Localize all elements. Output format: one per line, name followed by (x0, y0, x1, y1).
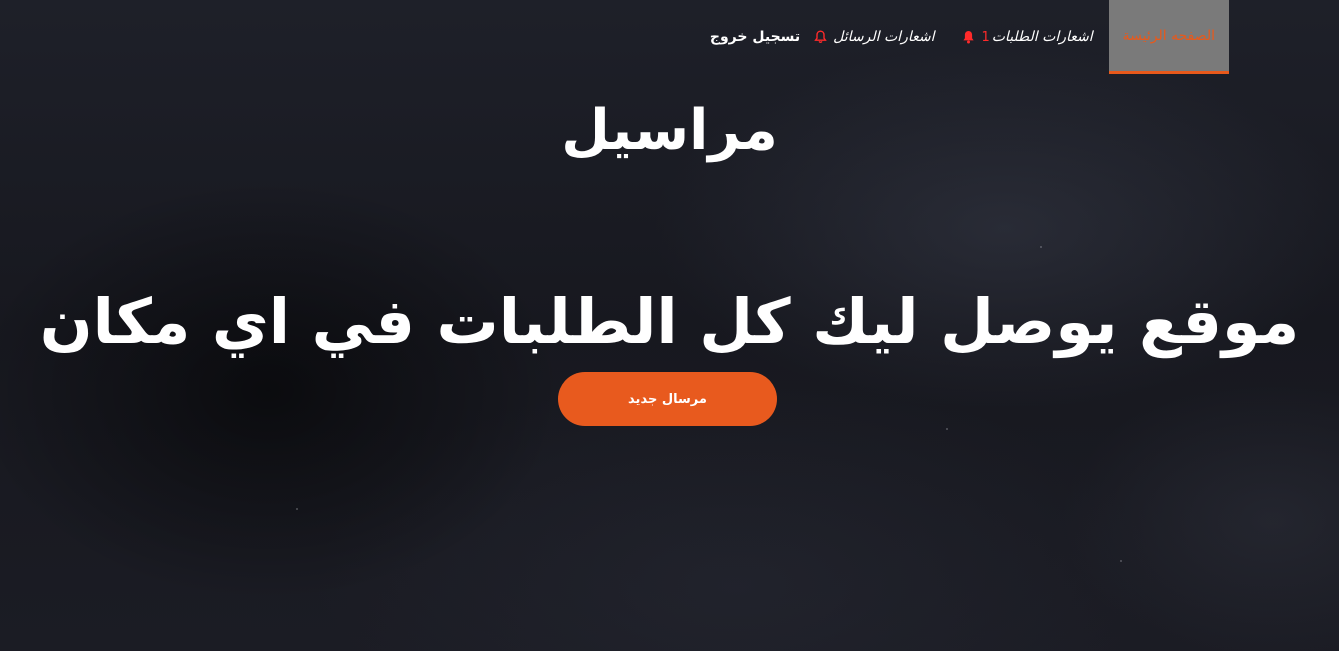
top-navbar: تسجيل خروج اشعارات الرسائل اشعارات الطلب… (0, 0, 1339, 74)
messages-notifications-link[interactable]: اشعارات الرسائل (800, 0, 948, 74)
background-texture (296, 508, 298, 510)
nav-menu: تسجيل خروج اشعارات الرسائل اشعارات الطلب… (696, 0, 1229, 74)
brand-title: مراسيل (561, 98, 778, 163)
home-tab-label: الصفحه الرئيسة (1122, 27, 1215, 44)
messages-notifications-label: اشعارات الرسائل (833, 29, 935, 45)
background-texture (1120, 560, 1122, 562)
orders-notifications-count: 1 (981, 29, 990, 45)
logout-label: تسجيل خروج (709, 29, 801, 45)
bell-icon (962, 30, 975, 44)
orders-notifications-label: اشعارات الطلبات (991, 29, 1093, 45)
hero-tagline: موقع يوصل ليك كل الطلبات في اي مكان (39, 285, 1300, 358)
bell-outline-icon (814, 30, 827, 44)
background-texture (946, 428, 948, 430)
logout-link[interactable]: تسجيل خروج (696, 0, 800, 74)
home-tab[interactable]: الصفحه الرئيسة (1108, 0, 1229, 74)
background-texture (1040, 246, 1042, 248)
new-courier-button[interactable]: مرسال جديد (558, 372, 777, 426)
orders-notifications-link[interactable]: اشعارات الطلبات 1 (948, 0, 1106, 74)
